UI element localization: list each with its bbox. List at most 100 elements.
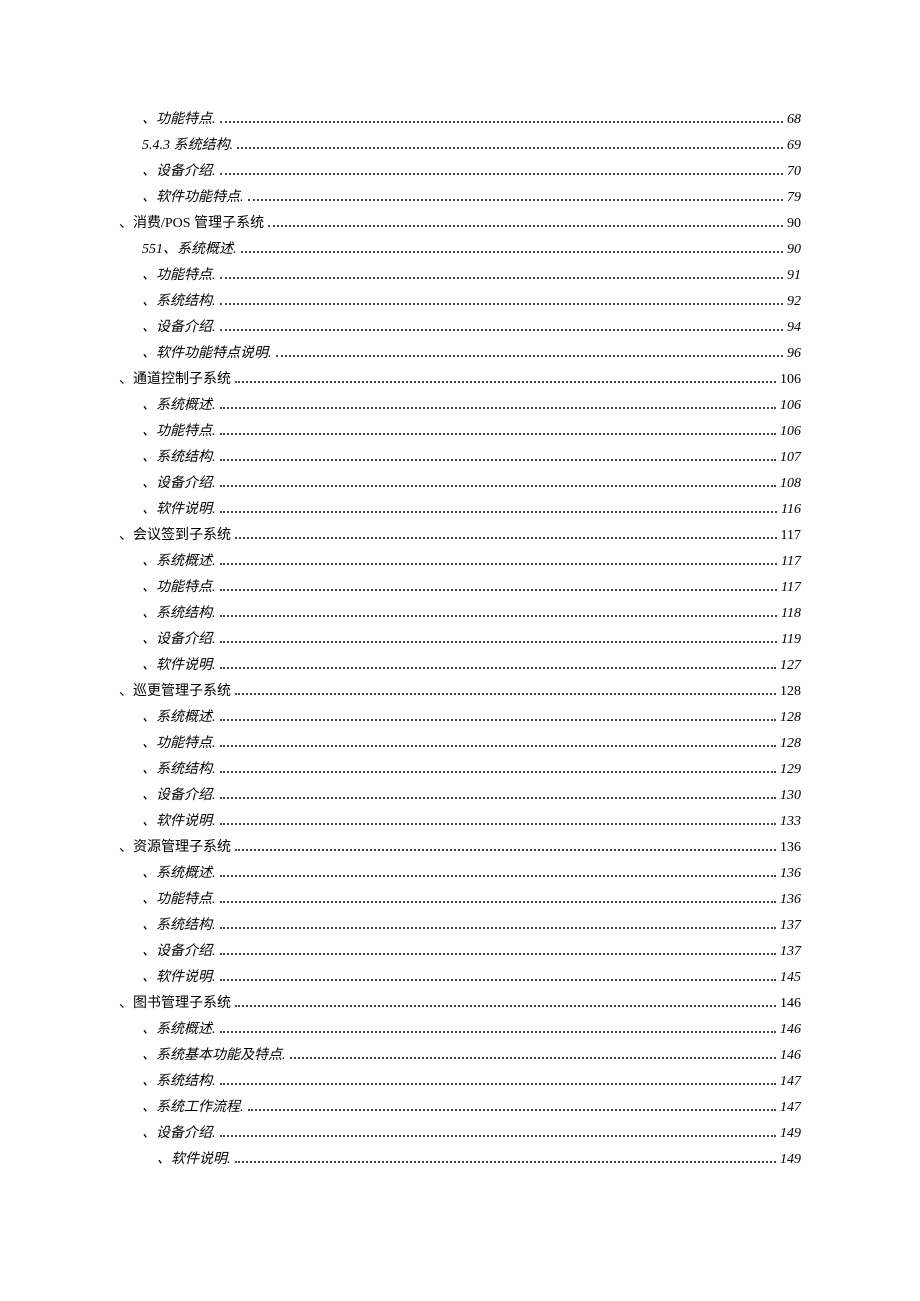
toc-label: 系统概述.	[156, 1022, 216, 1038]
toc-bullet: 、	[142, 190, 156, 206]
toc-entry: 、消费/POS 管理子系统90	[119, 216, 801, 232]
toc-leader	[220, 816, 777, 825]
toc-entry: 、系统结构.118	[142, 606, 801, 622]
toc-leader	[276, 348, 784, 357]
toc-page-number: 119	[781, 632, 801, 648]
toc-label: 图书管理子系统	[133, 996, 231, 1012]
toc-entry: 、系统结构.107	[142, 450, 801, 466]
toc-label: 5.4.3 系统结构.	[142, 138, 233, 154]
toc-label: 系统概述.	[156, 866, 216, 882]
toc-entry: 、设备介绍.137	[142, 944, 801, 960]
toc-bullet: 、	[142, 1100, 156, 1116]
toc-leader	[235, 530, 777, 539]
toc-page-number: 147	[780, 1100, 801, 1116]
toc-entry: 、设备介绍.130	[142, 788, 801, 804]
toc-leader	[248, 192, 784, 201]
toc-page-number: 128	[780, 710, 801, 726]
toc-bullet: 、	[142, 346, 156, 362]
toc-leader	[220, 426, 777, 435]
toc-leader	[235, 842, 776, 851]
toc-entry: 、功能特点.136	[142, 892, 801, 908]
toc-bullet: 、	[142, 502, 156, 518]
toc-label: 设备介绍.	[156, 164, 216, 180]
toc-leader	[220, 790, 777, 799]
toc-page-number: 137	[780, 944, 801, 960]
toc-label: 功能特点.	[156, 268, 216, 284]
toc-label: 软件说明.	[156, 970, 216, 986]
toc-bullet: 、	[157, 1152, 171, 1168]
toc-page-number: 146	[780, 996, 801, 1012]
toc-entry: 、系统概述.117	[142, 554, 801, 570]
toc-page-number: 116	[781, 502, 801, 518]
toc-bullet: 、	[142, 294, 156, 310]
toc-page-number: 90	[787, 216, 801, 232]
toc-leader	[220, 920, 777, 929]
toc-bullet: 、	[142, 554, 156, 570]
page-container: 、功能特点.685.4.3 系统结构.69、设备介绍.70、软件功能特点.79、…	[119, 112, 801, 1178]
toc-bullet: 、	[142, 710, 156, 726]
toc-leader	[220, 166, 784, 175]
toc-bullet: 、	[142, 580, 156, 596]
toc-bullet: 、	[142, 450, 156, 466]
toc-bullet: 、	[142, 892, 156, 908]
toc-page-number: 90	[787, 242, 801, 258]
toc-leader	[220, 738, 777, 747]
toc-label: 设备介绍.	[156, 788, 216, 804]
toc-bullet: 、	[142, 112, 156, 128]
toc-leader	[220, 608, 778, 617]
toc-leader	[220, 270, 784, 279]
toc-leader	[220, 1024, 777, 1033]
toc-bullet: 、	[142, 606, 156, 622]
toc-page-number: 146	[780, 1048, 801, 1064]
toc-page-number: 130	[780, 788, 801, 804]
toc-bullet: 、	[119, 840, 133, 856]
toc-bullet: 、	[142, 424, 156, 440]
toc-label: 会议签到子系统	[133, 528, 231, 544]
toc-bullet: 、	[142, 736, 156, 752]
toc-page-number: 128	[780, 684, 801, 700]
toc-page-number: 108	[780, 476, 801, 492]
toc-bullet: 、	[119, 528, 133, 544]
toc-label: 软件功能特点说明.	[156, 346, 272, 362]
toc-label: 系统结构.	[156, 918, 216, 934]
toc-leader	[220, 946, 777, 955]
toc-bullet: 、	[142, 320, 156, 336]
toc-entry: 、功能特点.91	[142, 268, 801, 284]
toc-bullet: 、	[142, 970, 156, 986]
toc-page-number: 147	[780, 1074, 801, 1090]
toc-entry: 、系统概述.136	[142, 866, 801, 882]
toc-entry: 、会议签到子系统 117	[119, 528, 801, 544]
toc-entry: 、通道控制子系统106	[119, 372, 801, 388]
toc-label: 设备介绍.	[156, 632, 216, 648]
toc-entry: 、软件说明.145	[142, 970, 801, 986]
toc-page-number: 117	[781, 528, 801, 544]
toc-page-number: 106	[780, 398, 801, 414]
toc-label: 551、系统概述.	[142, 242, 237, 258]
toc-entry: 、软件功能特点说明.96	[142, 346, 801, 362]
toc-entry: 、系统概述.106	[142, 398, 801, 414]
toc-entry: 、系统结构.147	[142, 1074, 801, 1090]
toc-page-number: 106	[780, 424, 801, 440]
toc-page-number: 92	[787, 294, 801, 310]
toc-leader	[290, 1050, 777, 1059]
toc-entry: 5.4.3 系统结构.69	[142, 138, 801, 154]
toc-label: 设备介绍.	[156, 1126, 216, 1142]
toc-bullet: 、	[142, 866, 156, 882]
toc-page-number: 79	[787, 190, 801, 206]
toc-leader	[220, 660, 777, 669]
toc-entry: 、功能特点.68	[142, 112, 801, 128]
toc-label: 功能特点.	[156, 424, 216, 440]
toc-page-number: 149	[780, 1126, 801, 1142]
toc-entry: 、软件说明.149	[157, 1152, 801, 1168]
toc-bullet: 、	[142, 398, 156, 414]
toc-label: 资源管理子系统	[133, 840, 231, 856]
toc-label: 系统结构.	[156, 762, 216, 778]
toc-leader	[220, 972, 777, 981]
toc-label: 功能特点.	[156, 736, 216, 752]
toc-entry: 、软件功能特点.79	[142, 190, 801, 206]
toc-bullet: 、	[142, 814, 156, 830]
toc-label: 功能特点.	[156, 112, 216, 128]
toc-entry: 、软件说明.133	[142, 814, 801, 830]
toc-label: 功能特点.	[156, 580, 216, 596]
toc-label: 设备介绍.	[156, 320, 216, 336]
